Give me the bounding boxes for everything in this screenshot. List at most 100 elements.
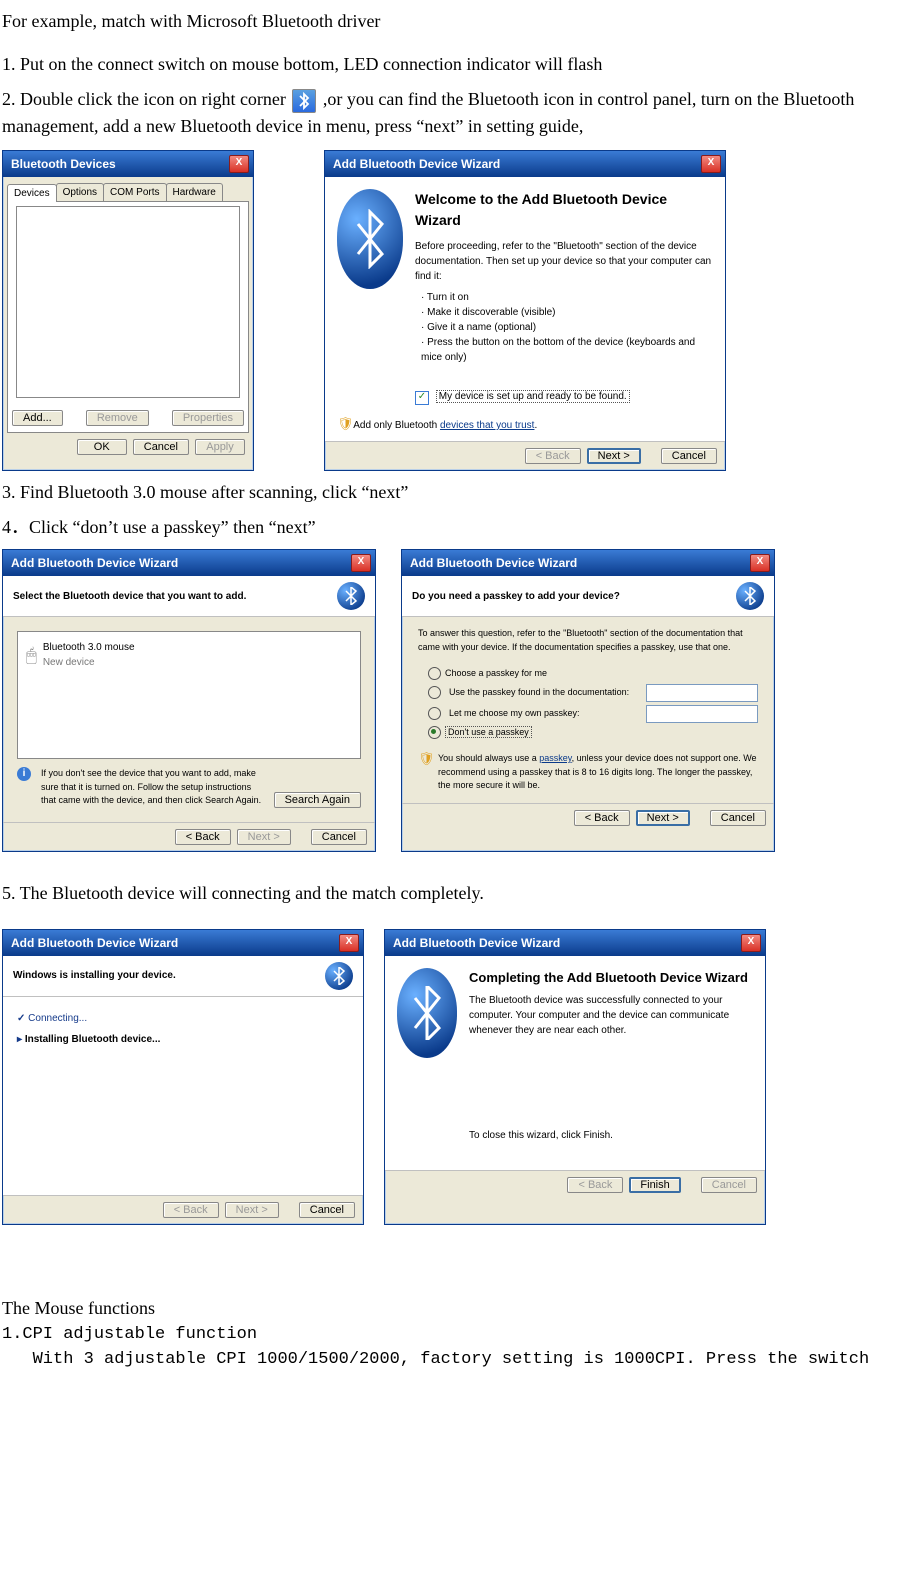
step-5: 5. The Bluetooth device will connecting …	[2, 880, 900, 907]
info-icon: i	[17, 767, 31, 781]
next-button[interactable]: Next >	[587, 448, 641, 464]
add-button[interactable]: Add...	[12, 410, 63, 426]
radio-label: Don't use a passkey	[445, 726, 532, 738]
bullet: · Give it a name (optional)	[421, 320, 713, 335]
step-2a: 2. Double click the icon on right corner	[2, 89, 286, 109]
wizard-heading: Completing the Add Bluetooth Device Wiza…	[469, 968, 753, 988]
close-icon[interactable]: X	[750, 554, 770, 572]
radio-doc[interactable]	[428, 686, 441, 699]
radio-nopass[interactable]	[428, 726, 441, 739]
bullet: · Turn it on	[421, 290, 713, 305]
list-item[interactable]: 🖱 Bluetooth 3.0 mouse New device	[26, 640, 352, 670]
bluetooth-logo-icon	[337, 189, 403, 289]
remove-button[interactable]: Remove	[86, 410, 149, 426]
close-icon[interactable]: X	[229, 155, 249, 173]
close-icon[interactable]: X	[339, 934, 359, 952]
properties-button[interactable]: Properties	[172, 410, 244, 426]
device-list[interactable]: 🖱 Bluetooth 3.0 mouse New device	[17, 631, 361, 759]
window-title: Add Bluetooth Device Wizard	[11, 554, 178, 572]
tab-hardware[interactable]: Hardware	[166, 183, 223, 201]
titlebar: Add Bluetooth Device Wizard X	[3, 930, 363, 956]
cancel-button[interactable]: Cancel	[299, 1202, 355, 1218]
next-button[interactable]: Next >	[636, 810, 690, 826]
back-button[interactable]: < Back	[574, 810, 630, 826]
titlebar: Add Bluetooth Device Wizard X	[3, 550, 375, 576]
cancel-button[interactable]: Cancel	[661, 448, 717, 464]
back-button[interactable]: < Back	[163, 1202, 219, 1218]
wizard-select-device: Add Bluetooth Device Wizard X Select the…	[2, 549, 376, 852]
cpi-text: With 3 adjustable CPI 1000/1500/2000, fa…	[2, 1347, 900, 1373]
wizard-heading: Select the Bluetooth device that you wan…	[13, 589, 246, 604]
status-line: Connecting...	[28, 1013, 87, 1024]
bluetooth-devices-window: Bluetooth Devices X Devices Options COM …	[2, 150, 254, 471]
cancel-button[interactable]: Cancel	[311, 829, 367, 845]
close-icon[interactable]: X	[741, 934, 761, 952]
wizard-header: Select the Bluetooth device that you wan…	[3, 576, 375, 617]
radio-label: Use the passkey found in the documentati…	[449, 686, 642, 700]
step-2: 2. Double click the icon on right corner…	[2, 86, 900, 140]
tab-devices[interactable]: Devices	[7, 184, 57, 202]
status-line: Installing Bluetooth device...	[25, 1034, 161, 1045]
cpi-heading: 1.CPI adjustable function	[2, 1322, 900, 1348]
arrow-icon: ▸	[17, 1034, 22, 1045]
passkey-input[interactable]	[646, 684, 758, 702]
wizard-header: Do you need a passkey to add your device…	[402, 576, 774, 617]
complete-text: The Bluetooth device was successfully co…	[469, 993, 753, 1038]
warn-text: You should always use a passkey, unless …	[438, 752, 758, 793]
titlebar: Add Bluetooth Device Wizard X	[385, 930, 765, 956]
device-list	[16, 206, 240, 398]
cancel-button[interactable]: Cancel	[701, 1177, 757, 1193]
ok-button[interactable]: OK	[77, 439, 127, 455]
close-instruction: To close this wizard, click Finish.	[469, 1128, 753, 1143]
wizard-welcome: Add Bluetooth Device Wizard X Welcome to…	[324, 150, 726, 471]
cancel-button[interactable]: Cancel	[710, 810, 766, 826]
radio-label: Choose a passkey for me	[445, 668, 547, 678]
window-title: Add Bluetooth Device Wizard	[11, 934, 178, 952]
back-button[interactable]: < Back	[567, 1177, 623, 1193]
cancel-button[interactable]: Cancel	[133, 439, 189, 455]
trust-text: Add only Bluetooth	[353, 420, 440, 431]
radio-choose[interactable]	[428, 667, 441, 680]
window-title: Bluetooth Devices	[11, 155, 116, 173]
tab-options[interactable]: Options	[56, 183, 104, 201]
info-text: If you don't see the device that you wan…	[41, 767, 268, 808]
radio-own[interactable]	[428, 707, 441, 720]
wizard-installing: Add Bluetooth Device Wizard X Windows is…	[2, 929, 364, 1225]
passkey-link[interactable]: passkey	[539, 753, 571, 763]
checkbox[interactable]: ✓	[415, 391, 429, 405]
back-button[interactable]: < Back	[175, 829, 231, 845]
apply-button[interactable]: Apply	[195, 439, 245, 455]
wizard-header: Windows is installing your device.	[3, 956, 363, 997]
passkey-input[interactable]	[646, 705, 758, 723]
close-icon[interactable]: X	[351, 554, 371, 572]
close-icon[interactable]: X	[701, 155, 721, 173]
mouse-functions-heading: The Mouse functions	[2, 1295, 900, 1322]
tabs: Devices Options COM Ports Hardware	[3, 177, 253, 201]
checkmark-icon: ✓	[17, 1013, 25, 1024]
step-4: 4．Click “don’t use a passkey” then “next…	[2, 514, 900, 541]
device-status: New device	[43, 655, 135, 670]
bullet: · Press the button on the bottom of the …	[421, 335, 713, 365]
window-title: Add Bluetooth Device Wizard	[393, 934, 560, 952]
mouse-icon: 🖱	[26, 642, 37, 669]
shield-icon: 🛡	[418, 752, 432, 766]
next-button[interactable]: Next >	[225, 1202, 279, 1218]
window-title: Add Bluetooth Device Wizard	[333, 155, 500, 173]
bluetooth-logo-icon	[325, 962, 353, 990]
back-button[interactable]: < Back	[525, 448, 581, 464]
ready-checkbox-label: My device is set up and ready to be foun…	[436, 390, 630, 403]
bluetooth-logo-icon	[397, 968, 457, 1058]
device-name: Bluetooth 3.0 mouse	[43, 640, 135, 655]
window-title: Add Bluetooth Device Wizard	[410, 554, 577, 572]
passkey-intro: To answer this question, refer to the "B…	[418, 627, 758, 654]
trust-link[interactable]: devices that you trust	[440, 420, 535, 431]
wizard-heading: Do you need a passkey to add your device…	[412, 589, 620, 604]
finish-button[interactable]: Finish	[629, 1177, 680, 1193]
search-again-button[interactable]: Search Again	[274, 792, 361, 808]
shield-icon: 🛡	[337, 417, 351, 431]
tab-comports[interactable]: COM Ports	[103, 183, 166, 201]
bluetooth-logo-icon	[736, 582, 764, 610]
intro-text: For example, match with Microsoft Blueto…	[2, 8, 900, 35]
next-button[interactable]: Next >	[237, 829, 291, 845]
wizard-heading: Windows is installing your device.	[13, 968, 176, 983]
